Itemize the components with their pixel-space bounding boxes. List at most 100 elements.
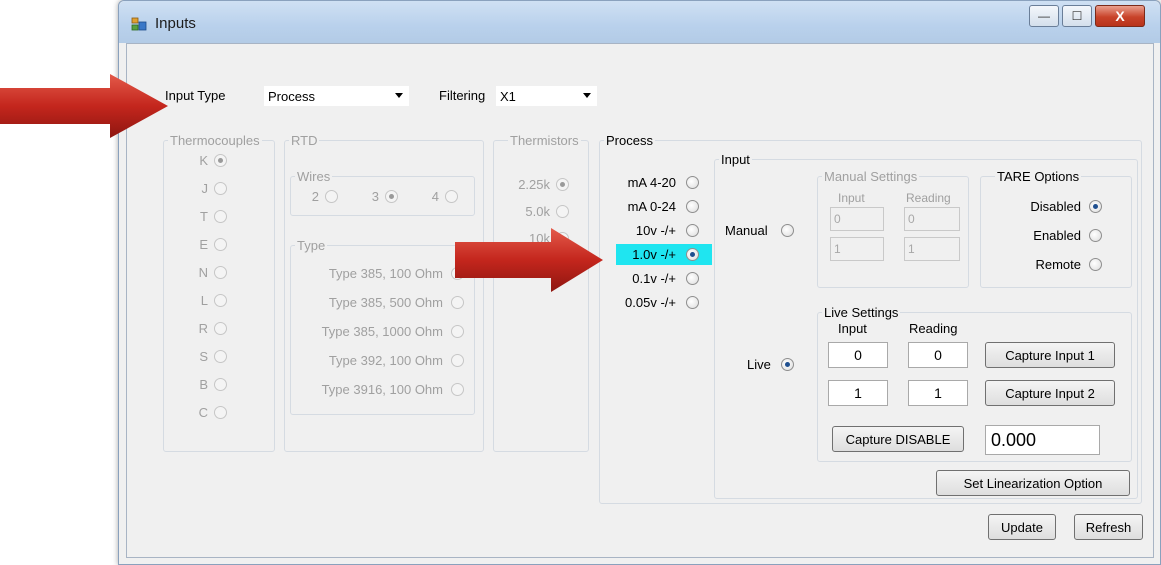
thermocouple-s-radio[interactable] [214,350,227,363]
thermocouple-e-label: E [199,237,208,252]
wire-4-radio[interactable] [445,190,458,203]
set-linearization-button[interactable]: Set Linearization Option [936,470,1130,496]
live-reading-header: Reading [909,321,958,336]
thermocouple-e-radio[interactable] [214,238,227,251]
rtd-type-3-radio[interactable] [451,325,464,338]
rtd-type-3-label: Type 385, 1000 Ohm [321,324,443,339]
thermocouple-l-label: L [200,293,208,308]
thermocouple-r-radio[interactable] [214,322,227,335]
thermocouple-c-label: C [198,405,208,420]
close-icon: X [1115,8,1125,24]
manual-radio[interactable] [781,224,794,237]
filtering-value: X1 [500,88,516,104]
wire-4-label: 4 [431,189,439,204]
input-type-label: Input Type [165,88,226,103]
tare-remote-label: Remote [1035,257,1081,272]
process-option-2-radio[interactable] [686,200,699,213]
thermistor-1-radio[interactable] [556,178,569,191]
process-option-5-radio[interactable] [686,272,699,285]
capture-input-2-button[interactable]: Capture Input 2 [985,380,1115,406]
chevron-down-icon [395,93,403,98]
input-type-value: Process [268,88,315,104]
live-input-1-field[interactable]: 0 [828,342,888,368]
thermistor-2-radio[interactable] [556,205,569,218]
thermocouple-n-label: N [198,265,208,280]
thermocouple-t-label: T [200,209,208,224]
maximize-icon: ☐ [1071,9,1083,23]
thermocouple-t-radio[interactable] [214,210,227,223]
thermocouple-b-label: B [199,377,208,392]
refresh-button[interactable]: Refresh [1074,514,1143,540]
input-title: Input [719,152,752,167]
manual-reading-2-field[interactable]: 1 [904,237,960,261]
thermocouple-l-radio[interactable] [214,294,227,307]
thermocouple-r-label: R [198,321,208,336]
process-option-1-radio[interactable] [686,176,699,189]
rtd-type-4-radio[interactable] [451,354,464,367]
rtd-type-2-label: Type 385, 500 Ohm [328,295,443,310]
live-input-2-field[interactable]: 1 [828,380,888,406]
rtd-type-5-label: Type 3916, 100 Ohm [321,382,443,397]
annotation-arrow-icon [0,74,168,138]
minimize-button[interactable]: — [1029,5,1059,27]
minimize-icon: — [1038,9,1050,23]
process-option-4-radio[interactable] [686,248,699,261]
process-title: Process [604,133,655,148]
rtd-type-2-radio[interactable] [451,296,464,309]
live-label: Live [747,357,771,372]
process-option-6-label: 0.05v -/+ [625,295,676,310]
live-radio[interactable] [781,358,794,371]
live-settings-group: Live Settings Input Reading 0 0 1 1 Capt… [817,305,1132,462]
thermocouple-b-radio[interactable] [214,378,227,391]
thermocouple-k-label: K [199,153,208,168]
annotation-arrow-icon [455,228,603,292]
process-option-5-label: 0.1v -/+ [632,271,676,286]
tare-enabled-label: Enabled [1033,228,1081,243]
title-bar[interactable]: Inputs — ☐ X [119,1,1160,43]
live-input-header: Input [838,321,867,336]
manual-input-1-field[interactable]: 0 [830,207,884,231]
process-option-3-radio[interactable] [686,224,699,237]
manual-input-2-field[interactable]: 1 [830,237,884,261]
live-value-field[interactable]: 0.000 [985,425,1100,455]
capture-disable-button[interactable]: Capture DISABLE [832,426,964,452]
thermocouple-k-radio[interactable] [214,154,227,167]
live-reading-1-field[interactable]: 0 [908,342,968,368]
update-button[interactable]: Update [988,514,1056,540]
manual-reading-header: Reading [906,191,951,205]
live-reading-2-field[interactable]: 1 [908,380,968,406]
filtering-select[interactable]: X1 [495,85,598,107]
input-type-select[interactable]: Process [263,85,410,107]
chevron-down-icon [583,93,591,98]
rtd-type-group: Type Type 385, 100 Ohm Type 385, 500 Ohm T… [290,238,475,415]
wire-3-radio[interactable] [385,190,398,203]
process-option-6-radio[interactable] [686,296,699,309]
thermocouple-c-radio[interactable] [214,406,227,419]
thermocouples-title: Thermocouples [168,133,262,148]
client-area: Input Type Process Filtering X1 Thermoco… [126,43,1154,558]
tare-options-title: TARE Options [995,169,1082,184]
thermistor-2-label: 5.0k [525,204,550,219]
thermistors-group: Thermistors 2.25k 5.0k 10k [493,133,589,452]
manual-reading-1-field[interactable]: 0 [904,207,960,231]
tare-enabled-radio[interactable] [1089,229,1102,242]
rtd-title: RTD [289,133,320,148]
wire-3-label: 3 [371,189,379,204]
app-icon [131,16,147,32]
wires-title: Wires [295,169,333,184]
process-option-4-label: 1.0v -/+ [632,247,676,262]
rtd-type-5-radio[interactable] [451,383,464,396]
thermocouple-j-radio[interactable] [214,182,227,195]
wire-2-label: 2 [311,189,319,204]
tare-remote-radio[interactable] [1089,258,1102,271]
close-button[interactable]: X [1095,5,1145,27]
tare-options-group: TARE Options Disabled Enabled Remote [980,169,1132,288]
process-option-3-label: 10v -/+ [635,223,676,238]
thermocouple-n-radio[interactable] [214,266,227,279]
rtd-group: RTD Wires 2 3 4 Type Type 385, 100 Ohm Type… [284,133,484,452]
capture-input-1-button[interactable]: Capture Input 1 [985,342,1115,368]
tare-disabled-radio[interactable] [1089,200,1102,213]
manual-settings-title: Manual Settings [822,169,920,184]
wire-2-radio[interactable] [325,190,338,203]
maximize-button[interactable]: ☐ [1062,5,1092,27]
